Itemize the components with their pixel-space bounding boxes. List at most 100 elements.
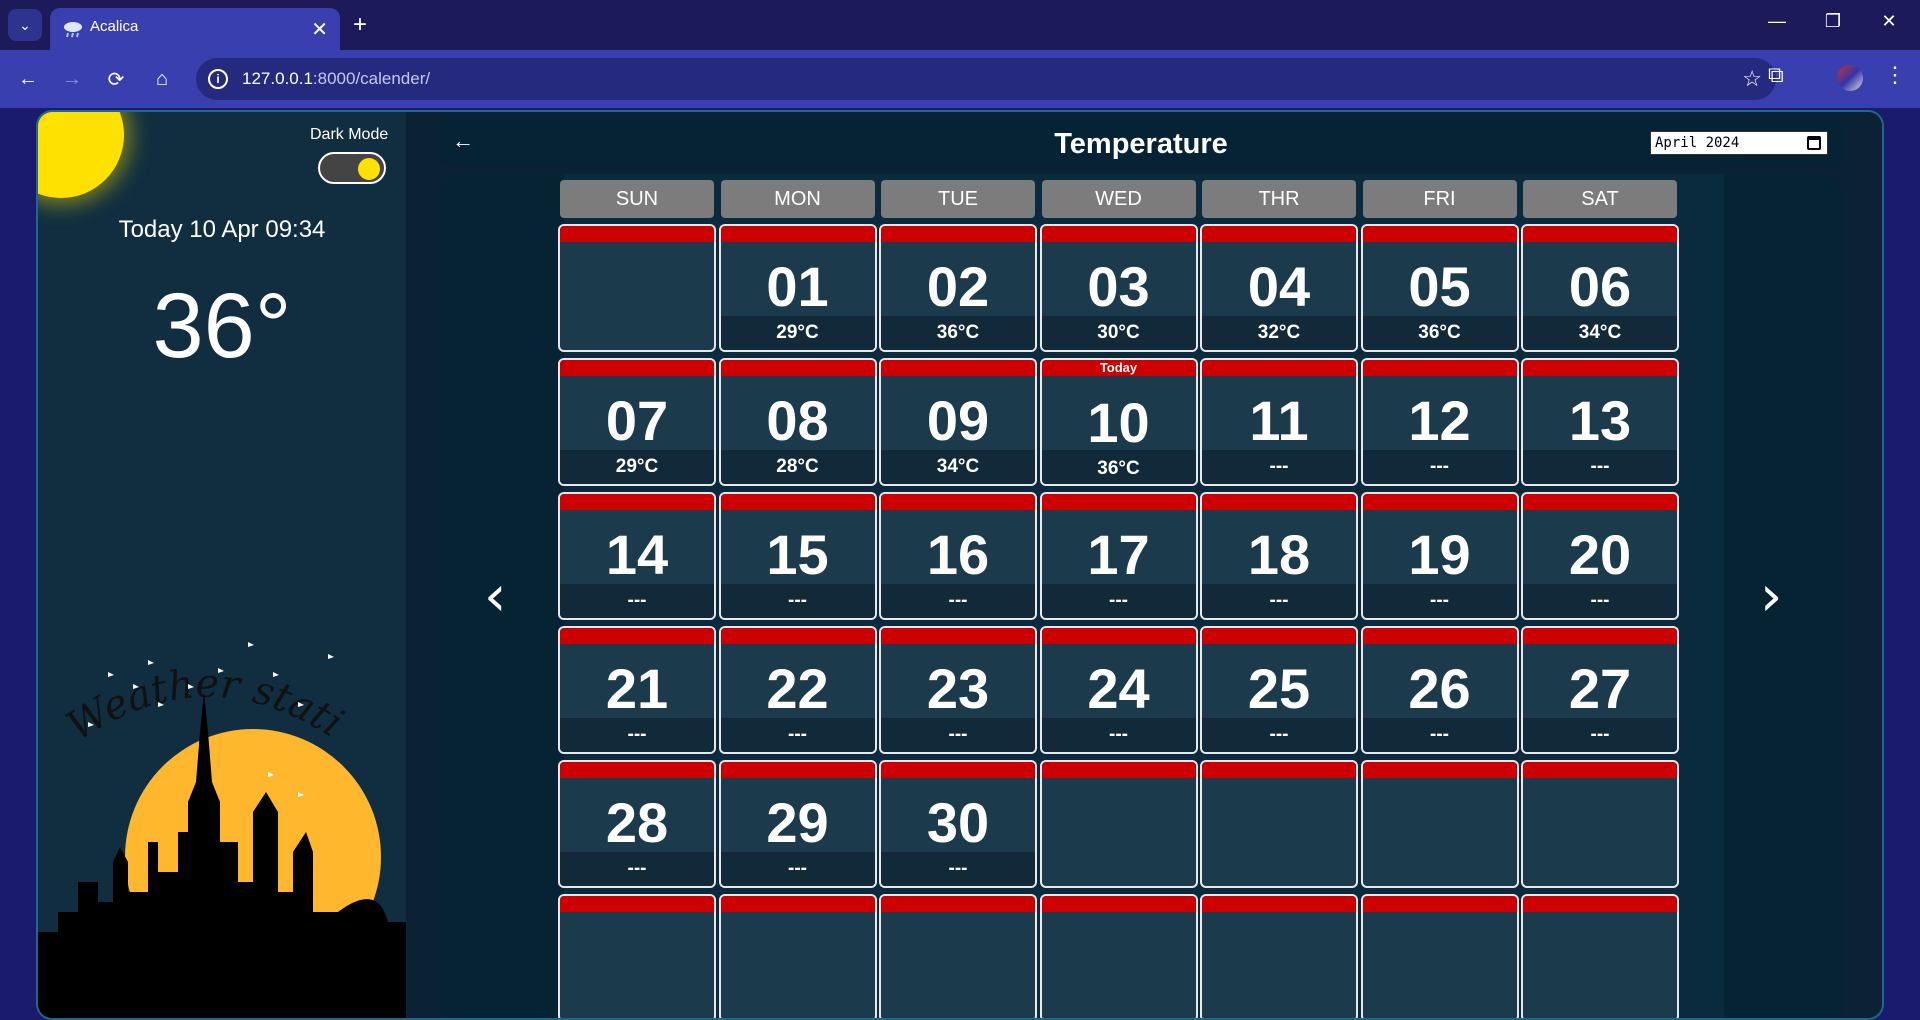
day-cell[interactable]: 05 36°C — [1360, 224, 1519, 352]
window-close-icon[interactable]: ✕ — [1869, 11, 1909, 32]
day-temperature: --- — [788, 590, 807, 611]
day-cell[interactable]: 27 --- — [1521, 626, 1679, 754]
day-cell[interactable]: 18 --- — [1200, 492, 1358, 620]
cell-header-bar — [881, 896, 1035, 912]
day-cell[interactable]: 11 --- — [1200, 358, 1358, 486]
day-cell[interactable]: 12 --- — [1360, 358, 1519, 486]
tab-title: Acalica — [90, 18, 139, 35]
url-text[interactable]: 127.0.0.1:8000/calender/ — [242, 69, 430, 89]
day-number: 09 — [926, 389, 990, 452]
reload-icon[interactable]: ⟳ — [100, 63, 132, 95]
month-picker[interactable]: April 2024 — [1650, 131, 1828, 155]
calendar-icon[interactable] — [1807, 136, 1821, 150]
day-temperature: 30°C — [1097, 322, 1140, 343]
day-cell[interactable]: 02 36°C — [879, 224, 1037, 352]
forward-icon[interactable]: → — [56, 63, 88, 95]
today-datetime: Today 10 Apr 09:34 — [118, 216, 326, 243]
cell-header-bar — [720, 360, 875, 376]
previous-month-arrow[interactable]: ‹ — [484, 564, 506, 629]
cell-header-bar — [1041, 896, 1196, 912]
cell-header-bar — [1523, 896, 1677, 912]
day-cell — [558, 224, 716, 352]
day-cell[interactable]: 26 --- — [1360, 626, 1519, 754]
weekday-header: THR — [1202, 180, 1356, 218]
day-temperature: --- — [1430, 724, 1449, 745]
day-number: 04 — [1247, 255, 1311, 318]
day-cell — [1360, 894, 1519, 1018]
browser-tab[interactable]: Acalica ✕ — [50, 8, 340, 50]
day-temperature: --- — [1590, 724, 1610, 745]
site-info-icon[interactable]: i — [208, 69, 228, 89]
day-temperature: 34°C — [936, 456, 980, 477]
day-cell[interactable]: 09 34°C — [879, 358, 1037, 486]
day-temperature: --- — [627, 590, 647, 611]
day-cell[interactable]: 25 --- — [1200, 626, 1358, 754]
cell-header-bar — [1202, 628, 1356, 644]
weekday-header: SUN — [560, 180, 714, 218]
weather-station-logo: Weather station — [38, 632, 406, 1018]
cell-header-bar — [560, 762, 714, 778]
day-cell[interactable]: 15 --- — [718, 492, 877, 620]
day-cell[interactable]: 03 30°C — [1039, 224, 1198, 352]
day-cell[interactable]: 06 34°C — [1521, 224, 1679, 352]
day-cell[interactable]: 24 --- — [1039, 626, 1198, 754]
day-number: 24 — [1087, 657, 1150, 720]
day-cell[interactable]: 29 --- — [718, 760, 877, 888]
url-path: :8000/calender/ — [312, 69, 431, 88]
restore-icon[interactable]: ❐ — [1813, 11, 1853, 32]
day-number: 01 — [766, 255, 829, 318]
cell-header-bar — [720, 762, 875, 778]
day-temperature: --- — [1109, 590, 1128, 611]
day-number: 03 — [1087, 255, 1150, 318]
day-number: 11 — [1249, 389, 1309, 452]
day-temperature: --- — [948, 858, 968, 879]
day-temperature: --- — [948, 590, 968, 611]
day-cell[interactable]: 28 --- — [558, 760, 716, 888]
day-cell[interactable]: 14 --- — [558, 492, 716, 620]
menu-icon[interactable]: ⋮ — [1884, 62, 1906, 88]
day-temperature: --- — [788, 858, 807, 879]
day-cell[interactable]: 22 --- — [718, 626, 877, 754]
tab-strip: ⌄ Acalica ✕ + — ❐ ✕ — [0, 0, 1920, 50]
url-host: 127.0.0.1 — [242, 69, 313, 88]
day-cell[interactable]: 01 29°C — [718, 224, 877, 352]
close-tab-icon[interactable]: ✕ — [311, 17, 328, 42]
home-icon[interactable]: ⌂ — [146, 63, 178, 95]
cell-header-bar: Today — [1041, 360, 1196, 376]
cell-header-bar — [1041, 762, 1196, 778]
extensions-icon[interactable]: ⧉ — [1768, 62, 1784, 88]
dark-mode-toggle[interactable] — [318, 152, 386, 184]
cell-header-bar — [720, 494, 875, 510]
bookmark-star-icon[interactable]: ☆ — [1742, 66, 1762, 92]
day-cell[interactable]: 04 32°C — [1200, 224, 1358, 352]
day-cell[interactable]: 19 --- — [1360, 492, 1519, 620]
day-cell-today[interactable]: Today 10 36°C — [1039, 358, 1198, 486]
cell-header-bar — [1362, 628, 1517, 644]
day-cell[interactable]: 16 --- — [879, 492, 1037, 620]
cell-header-bar — [1523, 226, 1677, 242]
day-cell[interactable]: 08 28°C — [718, 358, 877, 486]
profile-avatar[interactable] — [1837, 65, 1863, 91]
day-cell[interactable]: 23 --- — [879, 626, 1037, 754]
day-number: 16 — [926, 523, 990, 586]
day-cell[interactable]: 21 --- — [558, 626, 716, 754]
day-cell[interactable]: 17 --- — [1039, 492, 1198, 620]
cell-header-bar — [560, 494, 714, 510]
day-cell[interactable]: 30 --- — [879, 760, 1037, 888]
next-month-arrow[interactable]: › — [1760, 564, 1782, 629]
back-icon[interactable]: ← — [12, 63, 44, 95]
day-cell[interactable]: 20 --- — [1521, 492, 1679, 620]
calendar-body: ‹ › SUN MON TUE WED THR FRI SAT 01 29°C 02 36°C 03… — [440, 174, 1842, 1018]
day-temperature: 29°C — [615, 456, 659, 477]
day-number: 06 — [1568, 255, 1632, 318]
day-cell — [558, 894, 716, 1018]
tab-search-button[interactable]: ⌄ — [8, 9, 42, 41]
address-bar[interactable]: i 127.0.0.1:8000/calender/ ☆ — [196, 58, 1776, 100]
day-number: 15 — [766, 523, 829, 586]
new-tab-button[interactable]: + — [353, 11, 367, 39]
minimize-icon[interactable]: — — [1757, 11, 1797, 32]
day-cell[interactable]: 07 29°C — [558, 358, 716, 486]
day-cell[interactable]: 13 --- — [1521, 358, 1679, 486]
cell-header-bar — [560, 896, 714, 912]
day-temperature: 28°C — [776, 456, 819, 477]
